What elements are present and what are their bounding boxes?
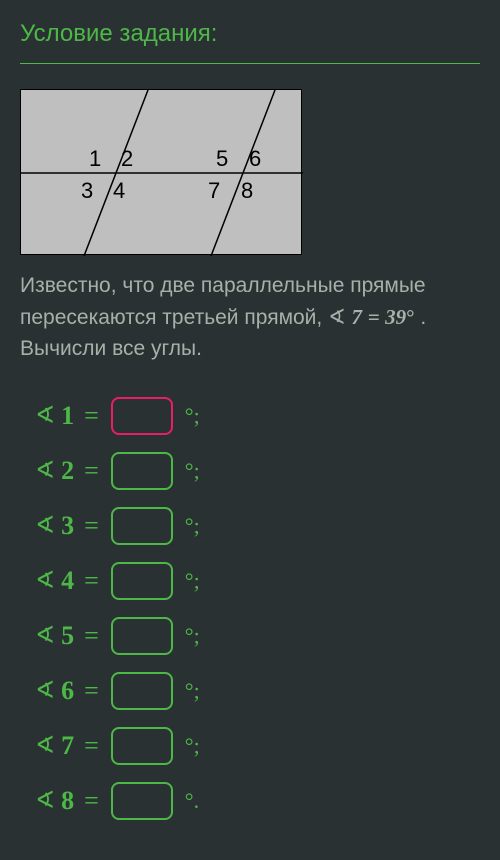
angle-label-1: 1 — [89, 146, 101, 172]
desc-text-2: пересекаются третьей прямой, — [20, 306, 328, 329]
angle-number: 3 — [61, 511, 74, 541]
equals-sign: = — [84, 676, 99, 706]
angle-input-4[interactable] — [111, 562, 173, 600]
equals-sign: = — [84, 731, 99, 761]
degree-suffix: °; — [185, 733, 200, 759]
desc-text-3: Вычисли все углы. — [20, 337, 202, 360]
task-condition-title: Условие задания: — [20, 20, 480, 48]
angle-row-4: ∢4 = °; — [35, 560, 480, 602]
angle-row-6: ∢6 = °; — [35, 670, 480, 712]
degree-suffix: °; — [185, 403, 200, 429]
angle-label-8: 8 — [241, 178, 253, 204]
angle-number: 8 — [61, 786, 74, 816]
desc-eq: = — [368, 305, 385, 329]
angle-number: 7 — [61, 731, 74, 761]
angle-input-list: ∢1=°;∢2=°;∢3=°;∢4=°;∢5=°;∢6=°;∢7=°;∢8=°. — [20, 395, 480, 822]
angle-input-2[interactable] — [111, 452, 173, 490]
degree-suffix: °; — [185, 568, 200, 594]
angle-row-1: ∢1 = °; — [35, 395, 480, 437]
angle-row-7: ∢7 = °; — [35, 725, 480, 767]
task-description: Известно, что две параллельные прямые пе… — [20, 270, 480, 365]
angle-input-1[interactable] — [111, 397, 173, 435]
angle-number: 6 — [61, 676, 74, 706]
angle-symbol-icon: ∢ — [35, 731, 55, 760]
angle-label-5: 5 — [216, 146, 228, 172]
angle-symbol-icon: ∢ — [35, 401, 55, 430]
equals-sign: = — [84, 566, 99, 596]
desc-deg: ° — [406, 305, 414, 329]
angle-input-5[interactable] — [111, 617, 173, 655]
degree-suffix: °; — [185, 513, 200, 539]
equals-sign: = — [84, 456, 99, 486]
angle-row-5: ∢5 = °; — [35, 615, 480, 657]
angle-row-2: ∢2 = °; — [35, 450, 480, 492]
angle-input-8[interactable] — [111, 782, 173, 820]
angle-row-3: ∢3 = °; — [35, 505, 480, 547]
angle-label-6: 6 — [249, 146, 261, 172]
degree-suffix: °; — [185, 623, 200, 649]
degree-suffix: °. — [185, 788, 199, 814]
equals-sign: = — [84, 621, 99, 651]
figure-lines — [21, 90, 303, 256]
angle-label-2: 2 — [121, 146, 133, 172]
desc-angle-sym: ∢ — [328, 306, 346, 329]
angle-symbol-icon: ∢ — [35, 511, 55, 540]
angle-symbol-icon: ∢ — [35, 676, 55, 705]
angle-input-3[interactable] — [111, 507, 173, 545]
angle-symbol-icon: ∢ — [35, 786, 55, 815]
angle-symbol-icon: ∢ — [35, 621, 55, 650]
title-underline — [20, 63, 480, 64]
angle-number: 4 — [61, 566, 74, 596]
angle-input-7[interactable] — [111, 727, 173, 765]
angle-row-8: ∢8 = °. — [35, 780, 480, 822]
angle-label-7: 7 — [208, 178, 220, 204]
angle-label-3: 3 — [81, 178, 93, 204]
angle-symbol-icon: ∢ — [35, 456, 55, 485]
angle-symbol-icon: ∢ — [35, 566, 55, 595]
equals-sign: = — [84, 786, 99, 816]
equals-sign: = — [84, 401, 99, 431]
angle-input-6[interactable] — [111, 672, 173, 710]
desc-given-value: 39 — [385, 305, 406, 329]
angle-number: 2 — [61, 456, 74, 486]
angle-label-4: 4 — [113, 178, 125, 204]
angle-number: 5 — [61, 621, 74, 651]
degree-suffix: °; — [185, 458, 200, 484]
equals-sign: = — [84, 511, 99, 541]
desc-text-1: Известно, что две параллельные прямые — [20, 274, 426, 297]
angle-number: 1 — [61, 401, 74, 431]
degree-suffix: °; — [185, 678, 200, 704]
desc-given-angle: 7 — [352, 305, 363, 329]
geometry-figure: 1 2 3 4 5 6 7 8 — [20, 89, 302, 255]
